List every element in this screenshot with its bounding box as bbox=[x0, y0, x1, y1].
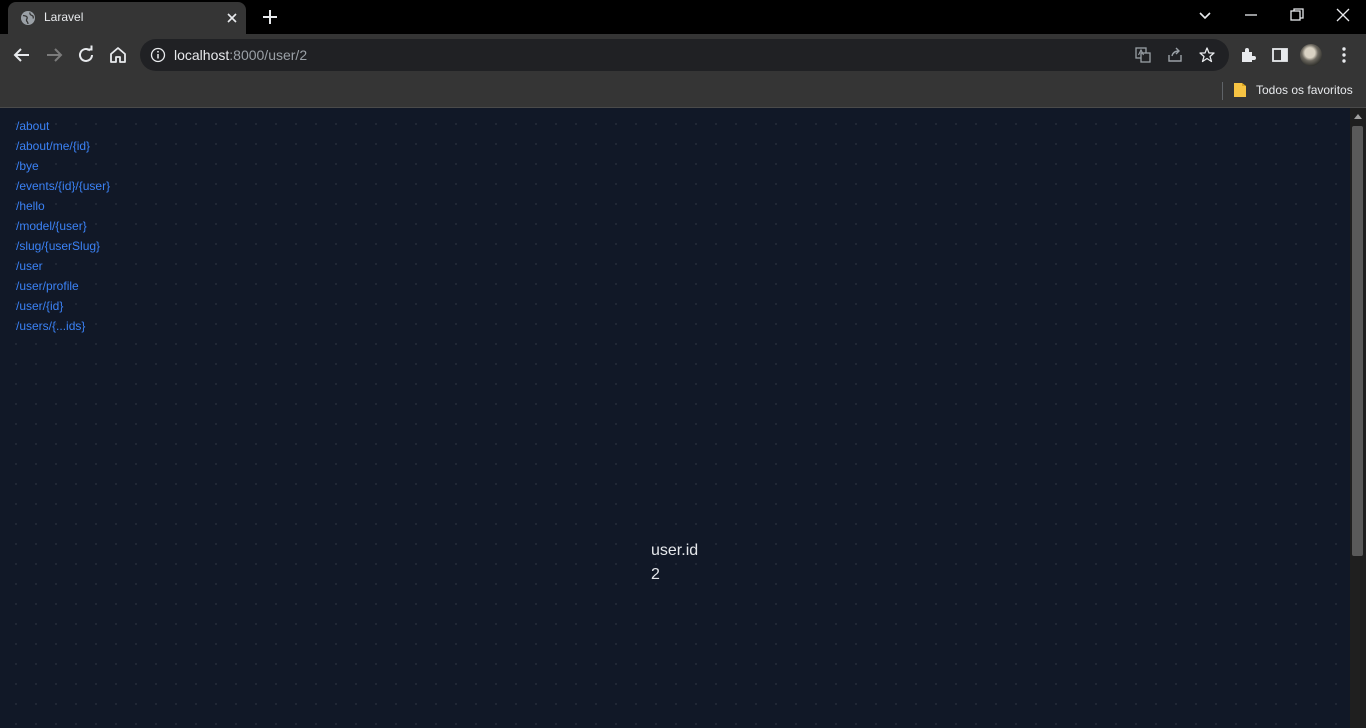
minimize-icon[interactable] bbox=[1242, 6, 1260, 24]
url-text: localhost:8000/user/2 bbox=[174, 47, 307, 63]
share-icon[interactable] bbox=[1166, 46, 1184, 64]
list-item: /about/me/{id} bbox=[16, 138, 110, 158]
list-item: /events/{id}/{user} bbox=[16, 178, 110, 198]
route-link[interactable]: /about/me/{id} bbox=[16, 139, 90, 153]
folder-icon[interactable] bbox=[1233, 82, 1247, 98]
new-tab-icon[interactable] bbox=[260, 7, 280, 27]
site-info-icon[interactable] bbox=[150, 47, 166, 63]
bookmarks-bar: Todos os favoritos bbox=[0, 76, 1366, 108]
bookmark-star-icon[interactable] bbox=[1198, 46, 1216, 64]
route-list: /about /about/me/{id} /bye /events/{id}/… bbox=[16, 118, 110, 338]
route-link[interactable]: /bye bbox=[16, 159, 39, 173]
bookmarks-separator bbox=[1222, 82, 1223, 100]
home-icon[interactable] bbox=[108, 45, 128, 65]
list-item: /hello bbox=[16, 198, 110, 218]
list-item: /slug/{userSlug} bbox=[16, 238, 110, 258]
profile-avatar[interactable] bbox=[1300, 44, 1322, 66]
list-item: /user/profile bbox=[16, 278, 110, 298]
menu-kebab-icon[interactable] bbox=[1334, 45, 1354, 65]
translate-icon[interactable] bbox=[1134, 46, 1152, 64]
route-link[interactable]: /users/{...ids} bbox=[16, 319, 85, 333]
result-label: user.id bbox=[651, 542, 699, 559]
tab-strip: Laravel bbox=[0, 0, 1366, 34]
route-link[interactable]: /user/{id} bbox=[16, 299, 63, 313]
list-item: /about bbox=[16, 118, 110, 138]
close-tab-icon[interactable] bbox=[224, 10, 240, 26]
route-link[interactable]: /events/{id}/{user} bbox=[16, 179, 110, 193]
chevron-down-icon[interactable] bbox=[1196, 6, 1214, 24]
route-link[interactable]: /model/{user} bbox=[16, 219, 87, 233]
list-item: /model/{user} bbox=[16, 218, 110, 238]
list-item: /users/{...ids} bbox=[16, 318, 110, 338]
list-item: /user bbox=[16, 258, 110, 278]
result-value: 2 bbox=[651, 566, 660, 583]
route-link[interactable]: /slug/{userSlug} bbox=[16, 239, 100, 253]
result-block: user.id 2 bbox=[651, 542, 698, 590]
route-link[interactable]: /user/profile bbox=[16, 279, 79, 293]
page-content: /about /about/me/{id} /bye /events/{id}/… bbox=[0, 108, 1350, 728]
url-host: localhost bbox=[174, 47, 230, 63]
address-bar[interactable]: localhost:8000/user/2 bbox=[140, 39, 1229, 71]
back-icon[interactable] bbox=[12, 45, 32, 65]
scrollbar-thumb[interactable] bbox=[1352, 126, 1363, 556]
all-bookmarks-folder[interactable]: Todos os favoritos bbox=[1256, 83, 1353, 97]
browser-tab[interactable]: Laravel bbox=[8, 2, 246, 34]
tab-title: Laravel bbox=[44, 10, 84, 24]
scrollbar[interactable] bbox=[1350, 108, 1366, 728]
url-path: :8000/user/2 bbox=[229, 47, 308, 63]
reload-icon[interactable] bbox=[76, 45, 96, 65]
globe-icon bbox=[21, 11, 35, 25]
list-item: /bye bbox=[16, 158, 110, 178]
route-link[interactable]: /hello bbox=[16, 199, 45, 213]
side-panel-icon[interactable] bbox=[1270, 45, 1290, 65]
route-link[interactable]: /user bbox=[16, 259, 43, 273]
forward-icon[interactable] bbox=[44, 45, 64, 65]
extensions-icon[interactable] bbox=[1238, 45, 1258, 65]
route-link[interactable]: /about bbox=[16, 119, 49, 133]
scroll-up-arrow-icon[interactable] bbox=[1354, 113, 1362, 119]
close-window-icon[interactable] bbox=[1334, 6, 1352, 24]
restore-icon[interactable] bbox=[1288, 6, 1306, 24]
browser-toolbar: localhost:8000/user/2 bbox=[0, 34, 1366, 76]
list-item: /user/{id} bbox=[16, 298, 110, 318]
